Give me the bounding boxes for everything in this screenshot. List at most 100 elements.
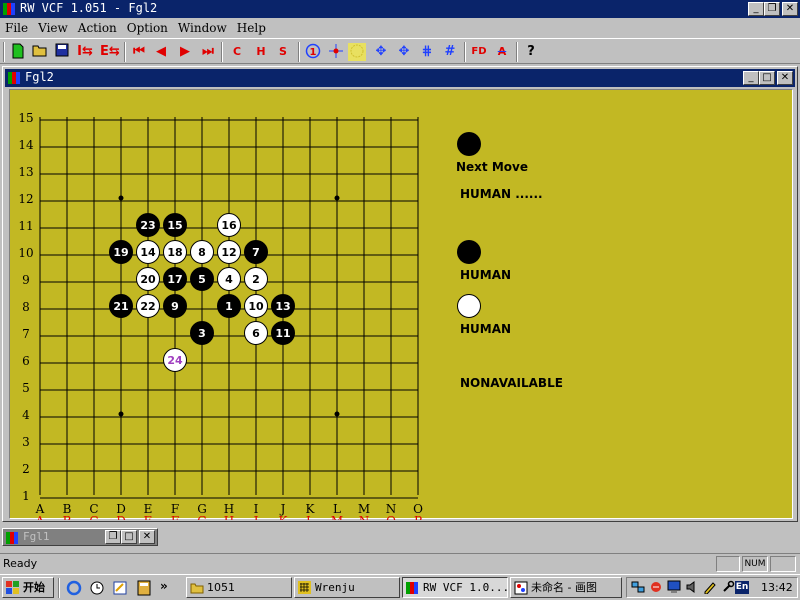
taskbar-button-paint[interactable]: 未命名 - 画图 [510,577,622,598]
quicklaunch-chevron-icon[interactable]: » [160,579,168,593]
child-close-button[interactable]: ✕ [777,71,793,85]
white-player-label: HUMAN [460,322,512,336]
minimized-window[interactable]: Fgl1 ❐ □ ✕ [2,528,158,546]
col-label-alt: O [386,514,396,520]
monitor-icon[interactable] [667,580,681,597]
save-icon[interactable] [53,43,71,61]
taskbar-button-paint-label: 未命名 - 画图 [531,581,597,594]
num-lock-indicator: NUM [742,556,768,572]
col-label-alt: N [359,514,370,520]
col-label-alt: P [414,514,422,520]
network-icon[interactable] [631,580,645,597]
first-move-icon[interactable]: ⏮ [130,43,148,61]
menu-help[interactable]: Help [232,19,271,35]
engine-status: NONAVAILABLE [460,376,563,390]
app-icon[interactable] [3,3,15,15]
language-indicator[interactable]: En [735,581,749,594]
rotate-right-icon[interactable]: ✥ [395,43,413,61]
row-label: 6 [22,354,30,368]
s-button[interactable]: S [274,43,292,61]
new-file-icon[interactable] [9,43,27,61]
black-player-label: HUMAN [460,268,512,282]
import-icon[interactable]: I⇆ [76,43,94,61]
stone-number: 10 [248,300,264,313]
next-move-icon[interactable]: ▶ [176,43,194,61]
a-minus-icon[interactable]: A [493,43,511,61]
taskbar-button-wrenju-label: Wrenju [315,581,355,594]
toolbar: I⇆ E⇆ ⏮ ◀ ▶ ⏭ C H S 1 ✥ ✥ ⋕ # FD A ? [0,38,800,64]
minimized-restore-button[interactable]: ❐ [105,530,121,544]
stone-number: 13 [275,300,290,313]
clock-app-icon[interactable] [89,580,105,599]
minimized-window-title: Fgl1 [23,530,50,543]
child-minimize-button[interactable]: _ [743,71,759,85]
help-icon[interactable]: ? [522,43,540,61]
stone-number: 18 [167,246,182,259]
grid-icon[interactable]: # [441,43,459,61]
c-button[interactable]: C [228,43,246,61]
wrench-icon[interactable] [721,580,735,597]
h-button[interactable]: H [252,43,270,61]
stone-number: 12 [221,246,236,259]
row-label: 9 [22,273,30,287]
menu-option[interactable]: Option [122,19,173,35]
previous-move-icon[interactable]: ◀ [152,43,170,61]
tray-app-icon[interactable] [649,580,663,597]
col-label-alt: K [279,514,289,520]
row-label: 8 [22,300,30,314]
stone-number: 17 [167,273,182,286]
menu-action[interactable]: Action [73,19,122,35]
menu-window[interactable]: Window [173,19,232,35]
minimized-maximize-button[interactable]: □ [121,530,137,544]
board-area: 151413121110987654321ABCDEFGHIJKLMNOABCD… [9,89,793,520]
pen-icon[interactable] [703,580,717,597]
clock[interactable]: 13:42 [761,581,793,594]
folder-icon [190,581,204,594]
black-player-stone [457,240,481,264]
stone-number: 19 [113,246,128,259]
last-move-icon[interactable]: ⏭ [199,43,217,61]
export-icon[interactable]: E⇆ [100,43,120,61]
taskbar: 开始 » 1051 Wrenju RW VCF 1.0... 未命名 - 画图 … [0,574,800,600]
next-move-stone [457,132,481,156]
highlight-icon[interactable] [348,43,366,61]
taskbar-button-wrenju[interactable]: Wrenju [294,577,400,598]
rotate-left-icon[interactable]: ✥ [372,43,390,61]
menu-bar: File View Action Option Window Help [0,19,800,38]
open-folder-icon[interactable] [31,43,49,61]
title-bar: RW VCF 1.051 - Fgl2 _ ❐ ✕ [0,0,800,18]
taskbar-button-rwvcf[interactable]: RW VCF 1.0... [402,577,508,598]
child-maximize-button[interactable]: □ [759,71,775,85]
minimized-close-button[interactable]: ✕ [139,530,155,544]
numbering-icon[interactable]: 1 [304,43,322,61]
minimized-app-icon[interactable] [6,532,18,544]
fd-icon[interactable]: FD [470,43,488,61]
menu-file[interactable]: File [0,19,33,35]
taskbar-button-folder[interactable]: 1051 [186,577,292,598]
col-label-alt: G [197,514,207,520]
volume-icon[interactable] [685,580,699,597]
windows-logo-icon [6,581,19,594]
calculator-icon[interactable] [136,580,152,599]
star-point [118,195,124,201]
gomoku-board[interactable]: 151413121110987654321ABCDEFGHIJKLMNOABCD… [10,90,450,520]
restore-button[interactable]: ❐ [764,2,780,16]
close-button[interactable]: ✕ [782,2,798,16]
ie-icon[interactable] [66,580,82,599]
minimize-button[interactable]: _ [748,2,764,16]
child-app-icon[interactable] [8,72,20,84]
notepad-icon[interactable] [112,580,128,599]
row-label: 5 [22,381,30,395]
row-label: 11 [18,219,33,233]
status-bar: Ready NUM [0,553,800,573]
menu-view[interactable]: View [33,19,73,35]
svg-text:1: 1 [310,47,317,58]
col-label-alt: J [252,514,259,520]
crosshair-icon[interactable] [327,43,345,61]
start-button[interactable]: 开始 [2,577,54,598]
grid-vertical-icon[interactable]: ⋕ [418,43,436,61]
star-point [334,195,340,201]
stone-number: 21 [113,300,128,313]
stone-number: 20 [140,273,156,286]
start-label: 开始 [23,581,45,594]
